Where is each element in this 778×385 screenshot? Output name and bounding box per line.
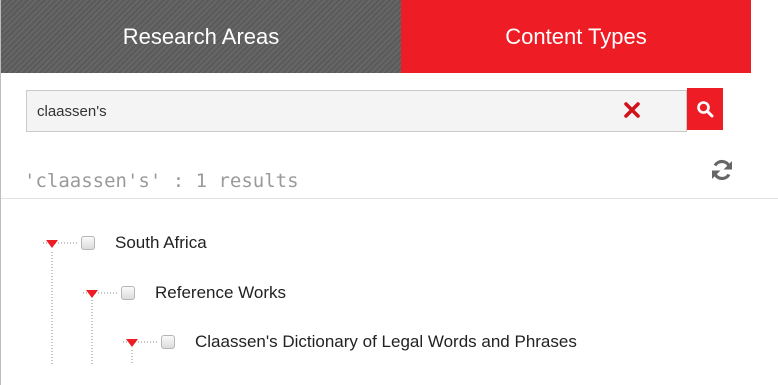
search-icon bbox=[697, 101, 714, 118]
results-summary: 'claassen's' : 1 results bbox=[24, 170, 299, 192]
refresh-icon bbox=[712, 159, 732, 181]
tree-node-label[interactable]: Reference Works bbox=[155, 283, 286, 303]
refresh-button[interactable] bbox=[709, 157, 735, 183]
expand-toggle-icon[interactable] bbox=[86, 290, 98, 298]
tab-research-areas[interactable]: Research Areas bbox=[1, 0, 401, 73]
close-icon bbox=[624, 102, 640, 118]
search-input[interactable] bbox=[26, 90, 687, 132]
tree-checkbox[interactable] bbox=[161, 335, 175, 349]
tab-content-types-label: Content Types bbox=[505, 23, 647, 49]
expand-toggle-icon[interactable] bbox=[46, 240, 58, 248]
expand-toggle-icon[interactable] bbox=[126, 339, 138, 347]
content-filter-panel: Research Areas Content Types 'claassen's… bbox=[0, 0, 778, 385]
tree-node-label[interactable]: South Africa bbox=[115, 233, 207, 253]
tree-node-label[interactable]: Claassen's Dictionary of Legal Words and… bbox=[195, 332, 577, 352]
search-button[interactable] bbox=[687, 88, 723, 130]
divider bbox=[1, 198, 778, 199]
tree-checkbox[interactable] bbox=[81, 236, 95, 250]
tab-bar: Research Areas Content Types bbox=[1, 0, 751, 73]
tab-research-areas-label: Research Areas bbox=[122, 23, 280, 49]
tab-content-types[interactable]: Content Types bbox=[401, 0, 751, 73]
clear-search-button[interactable] bbox=[621, 99, 643, 121]
tree-checkbox[interactable] bbox=[121, 286, 135, 300]
